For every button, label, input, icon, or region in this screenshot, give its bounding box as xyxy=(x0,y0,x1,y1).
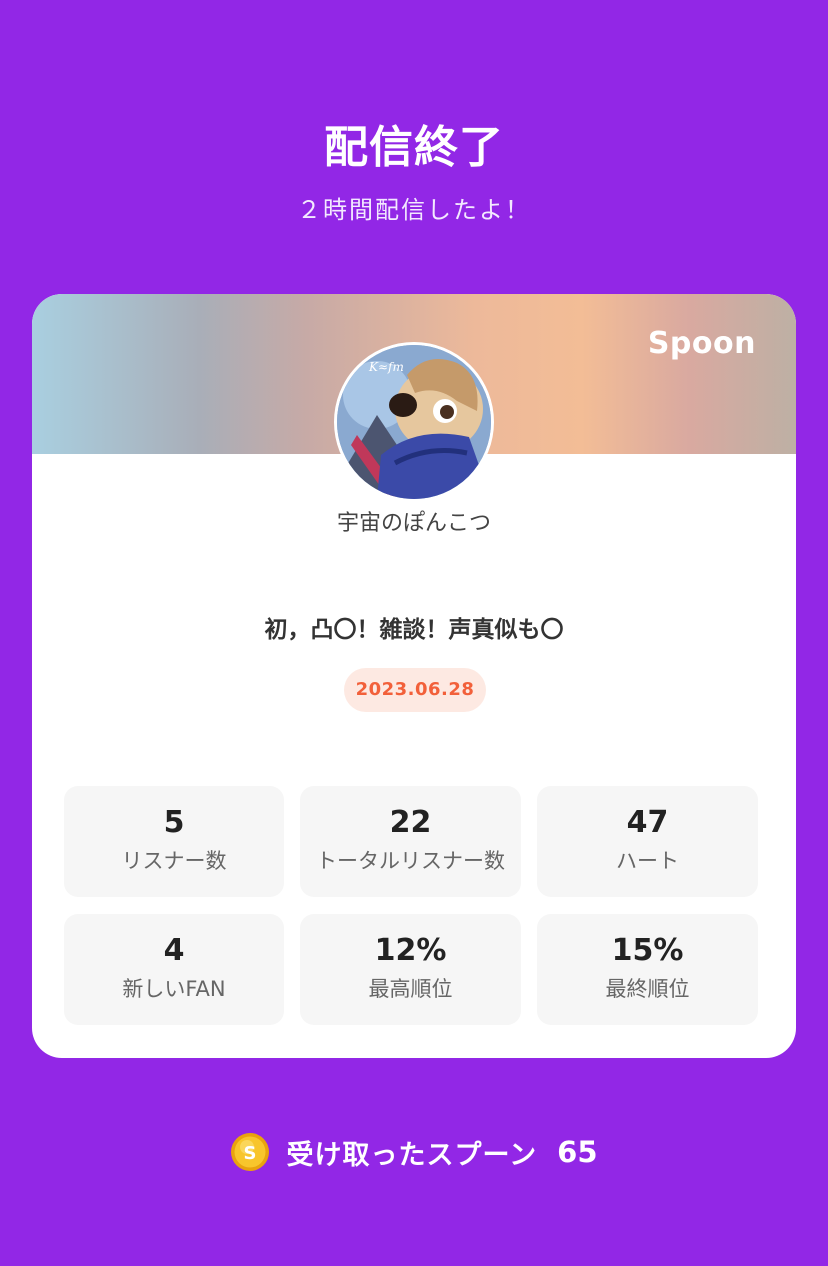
stat-value: 22 xyxy=(389,805,432,840)
summary-card: Spoon K≈fm 宇宙のぽんこつ 初，凸〇！雑談！声真似も〇 2023.06… xyxy=(32,294,796,1058)
stat-value: 5 xyxy=(163,805,185,840)
spoon-logo: Spoon xyxy=(647,326,756,361)
stat-label: トータルリスナー数 xyxy=(316,849,505,873)
stats-grid: 5 リスナー数 22 トータルリスナー数 47 ハート 4 新しいFAN 12%… xyxy=(64,786,758,1025)
svg-text:S: S xyxy=(244,1143,257,1164)
username[interactable]: 宇宙のぽんこつ xyxy=(32,508,796,540)
stat-value: 47 xyxy=(626,805,669,840)
stat-label: 新しいFAN xyxy=(122,977,226,1001)
duration-subtitle: ２時間配信したよ！ xyxy=(297,196,531,224)
avatar[interactable]: K≈fm xyxy=(334,342,494,502)
spoon-coin-icon: S xyxy=(231,1133,270,1171)
stream-title: 初，凸〇！雑談！声真似も〇 xyxy=(264,617,564,643)
stat-value: 12% xyxy=(374,933,447,968)
avatar-image: K≈fm xyxy=(337,345,491,499)
stat-listeners: 5 リスナー数 xyxy=(64,786,284,897)
svg-text:K≈fm: K≈fm xyxy=(368,360,404,374)
spoons-label: 受け取ったスプーン xyxy=(286,1139,538,1171)
stat-label: リスナー数 xyxy=(121,849,227,873)
stat-label: 最終順位 xyxy=(605,977,690,1001)
spoons-count: 65 xyxy=(557,1135,598,1169)
date-badge: 2023.06.28 xyxy=(344,668,486,712)
stat-value: 15% xyxy=(611,933,684,968)
stat-hearts: 47 ハート xyxy=(537,786,758,897)
stat-new-fans: 4 新しいFAN xyxy=(64,914,284,1025)
page-title: 配信終了 xyxy=(324,122,504,173)
spoons-received: S 受け取ったスプーン 65 xyxy=(0,1128,828,1176)
stat-total-listeners: 22 トータルリスナー数 xyxy=(300,786,521,897)
stat-label: 最高順位 xyxy=(368,977,453,1001)
stat-final-rank: 15% 最終順位 xyxy=(537,914,758,1025)
stat-label: ハート xyxy=(616,849,679,873)
stat-highest-rank: 12% 最高順位 xyxy=(300,914,521,1025)
stat-value: 4 xyxy=(163,933,185,968)
